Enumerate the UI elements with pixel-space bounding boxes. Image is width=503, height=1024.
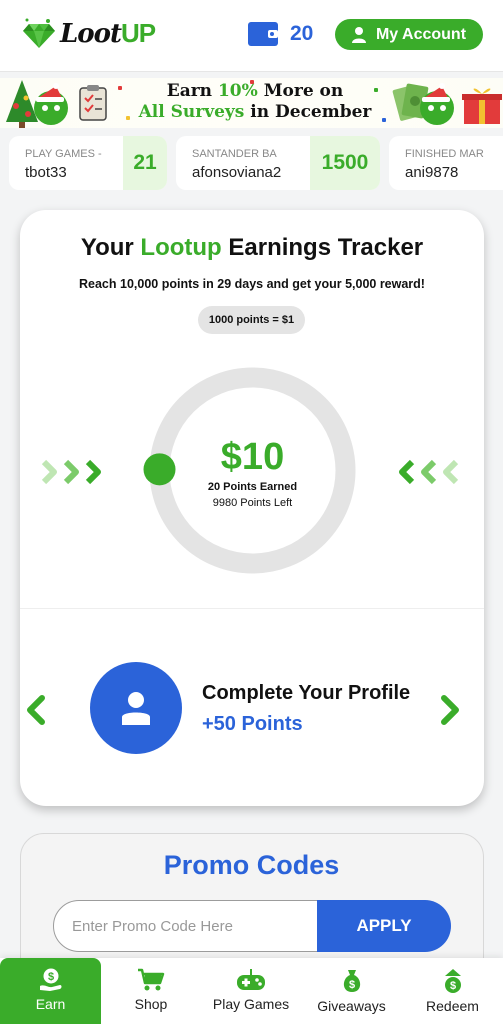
profile-task-title[interactable]: Complete Your Profile xyxy=(202,682,410,705)
gem-mascot-santa-icon xyxy=(420,83,454,125)
logo-text-up: UP xyxy=(120,17,156,48)
activity-points: 1500 xyxy=(310,136,380,190)
activity-offer-name: FINISHED MAR xyxy=(405,148,484,160)
nav-giveaways[interactable]: $ Giveaways xyxy=(301,958,402,1024)
gem-icon xyxy=(23,18,55,48)
tracker-title-b: Lootup xyxy=(140,234,222,261)
wallet-balance[interactable]: 20 xyxy=(248,22,313,46)
money-bag-icon: $ xyxy=(343,970,360,992)
my-account-label: My Account xyxy=(375,25,467,43)
promo-code-input[interactable] xyxy=(53,900,343,952)
gem-mascot-santa-icon xyxy=(34,83,68,125)
clipboard-icon xyxy=(79,85,107,121)
banner-text-2a: All Surveys xyxy=(138,102,245,122)
activity-username: ani9878 xyxy=(405,164,459,181)
banner-headline: Earn 10% More on All Surveys in December xyxy=(110,81,400,123)
user-icon xyxy=(351,26,366,43)
activity-points: 21 xyxy=(123,136,167,190)
gamepad-icon xyxy=(237,969,265,990)
wallet-count: 20 xyxy=(290,22,314,45)
activity-card[interactable]: SANTANDER BA afonsoviana2 1500 xyxy=(176,136,380,190)
activity-card[interactable]: FINISHED MAR ani9878 xyxy=(389,136,503,190)
nav-earn-label: Earn xyxy=(35,996,66,1012)
earned-amount: $10 xyxy=(220,436,285,478)
svg-text:$: $ xyxy=(348,979,354,991)
svg-text:$: $ xyxy=(449,980,455,992)
nav-redeem-label: Redeem xyxy=(426,998,479,1014)
previous-arrow-icon[interactable] xyxy=(24,694,50,726)
nav-shop[interactable]: Shop xyxy=(101,958,201,1024)
tracker-title-c: Earnings Tracker xyxy=(221,234,424,261)
wallet-icon xyxy=(248,22,278,46)
tracker-title: Your Lootup Earnings Tracker xyxy=(20,234,484,262)
confetti-dot xyxy=(126,116,130,120)
cart-icon xyxy=(138,968,165,991)
nav-redeem[interactable]: $ Redeem xyxy=(402,958,503,1024)
nav-giveaways-label: Giveaways xyxy=(317,998,386,1014)
svg-text:$: $ xyxy=(47,971,53,983)
activity-card[interactable]: PLAY GAMES - tbot33 21 xyxy=(9,136,167,190)
banner-text-1c: More on xyxy=(257,81,344,101)
gift-box-icon xyxy=(462,88,502,124)
logo-text-loot: Loot xyxy=(60,18,122,49)
app-header: LootUP 20 My Account xyxy=(0,0,503,72)
card-divider xyxy=(20,608,484,609)
confetti-dot xyxy=(250,80,254,84)
earn-hand-coin-icon: $ xyxy=(39,968,61,991)
chevrons-right-icon xyxy=(41,459,101,485)
banner-text-2b: in December xyxy=(244,102,372,122)
nav-shop-label: Shop xyxy=(134,996,168,1012)
nav-play-games-label: Play Games xyxy=(212,996,290,1012)
confetti-dot xyxy=(118,86,122,90)
points-earned: 20 Points Earned xyxy=(207,481,298,493)
activity-username: tbot33 xyxy=(25,164,67,181)
recent-activity-strip[interactable]: PLAY GAMES - tbot33 21 SANTANDER BA afon… xyxy=(0,134,503,192)
points-left: 9980 Points Left xyxy=(212,497,293,509)
next-arrow-icon[interactable] xyxy=(436,694,462,726)
banner-text-1b: 10% xyxy=(217,81,258,101)
earnings-tracker-card: Your Lootup Earnings Tracker Reach 10,00… xyxy=(20,210,484,806)
confetti-dot xyxy=(374,88,378,92)
activity-username: afonsoviana2 xyxy=(192,164,282,181)
nav-earn[interactable]: $ Earn xyxy=(0,958,101,1024)
activity-offer-name: SANTANDER BA xyxy=(192,148,277,160)
bottom-nav: $ Earn Shop Play Games $ Giveaways $ Red… xyxy=(0,958,503,1024)
lootup-logo[interactable]: LootUP xyxy=(22,12,156,54)
confetti-dot xyxy=(382,118,386,122)
banner-text-1a: Earn xyxy=(166,81,218,101)
promo-title: Promo Codes xyxy=(163,850,340,880)
profile-task-points: +50 Points xyxy=(202,713,303,735)
activity-offer-name: PLAY GAMES - xyxy=(25,148,102,160)
user-icon xyxy=(122,692,150,725)
progress-ring: $10 20 Points Earned 9980 Points Left xyxy=(140,358,365,583)
points-rate-badge: 1000 points = $1 xyxy=(198,306,305,334)
my-account-button[interactable]: My Account xyxy=(335,19,483,50)
profile-avatar[interactable] xyxy=(90,662,182,754)
nav-play-games[interactable]: Play Games xyxy=(201,958,301,1024)
promo-banner[interactable]: Earn 10% More on All Surveys in December xyxy=(0,78,503,128)
tracker-title-a: Your xyxy=(80,234,141,261)
tracker-subtitle: Reach 10,000 points in 29 days and get y… xyxy=(79,277,425,291)
apply-button[interactable]: APPLY xyxy=(317,900,451,952)
redeem-coin-icon: $ xyxy=(444,969,461,993)
chevrons-left-icon xyxy=(399,459,459,485)
